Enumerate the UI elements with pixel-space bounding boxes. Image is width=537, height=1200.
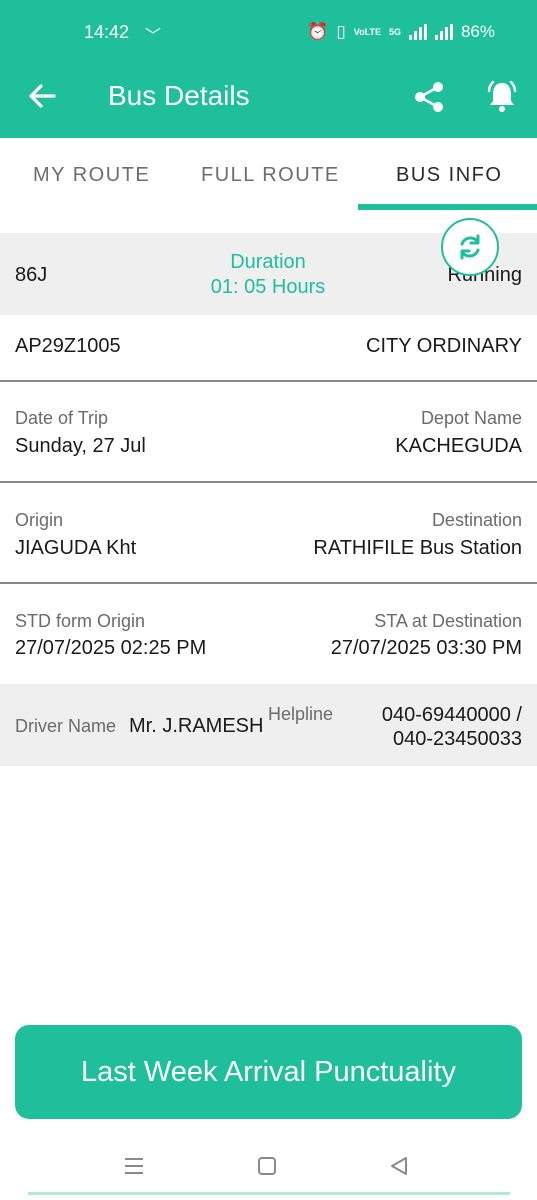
tab-bus-info[interactable]: BUS INFO (396, 164, 502, 187)
status-icons: ⏰ ▯ VoLTE 5G 86% (307, 22, 495, 42)
signal-icon (408, 24, 427, 40)
route-number: 86J (15, 264, 48, 286)
alarm-icon: ⏰ (307, 22, 329, 41)
vibrate-icon: ▯ (336, 22, 346, 41)
arrival-punctuality-button[interactable]: Last Week Arrival Punctuality (15, 1025, 522, 1119)
refresh-icon (460, 234, 480, 260)
active-tab-indicator (358, 204, 537, 210)
destination-label: Destination (431, 510, 522, 530)
app-header: 14:42 ﹀ ⏰ ▯ VoLTE 5G 86% Bus Details (0, 0, 537, 138)
std-label: STD form Origin (15, 611, 146, 631)
volte-label: VoLTE (353, 26, 381, 37)
origin-label: Origin (15, 510, 64, 530)
std-value: 27/07/2025 02:25 PM (15, 637, 207, 659)
date-depot-row: Date of Trip Sunday, 27 Jul Depot Name K… (0, 382, 537, 482)
sta-value: 27/07/2025 03:30 PM (330, 637, 522, 659)
notification-icon: ﹀ (145, 28, 162, 45)
contact-row: Driver Name Mr. J.RAMESH Helpline 040-69… (0, 684, 537, 766)
recent-apps-icon[interactable] (124, 1155, 144, 1177)
destination-value: RATHIFILE Bus Station (313, 537, 522, 559)
helpline-number-2[interactable]: 040-23450033 (393, 728, 522, 751)
share-icon[interactable] (412, 80, 446, 114)
back-nav-icon[interactable] (389, 1155, 409, 1177)
depot-name-value: KACHEGUDA (395, 435, 522, 457)
duration-label: Duration (230, 251, 306, 273)
driver-name-label: Driver Name (15, 716, 117, 736)
battery-percent: 86% (460, 22, 495, 41)
date-of-trip-value: Sunday, 27 Jul (15, 435, 146, 457)
helpline-label: Helpline (268, 704, 334, 724)
bell-icon[interactable] (484, 78, 520, 114)
home-icon[interactable] (257, 1155, 277, 1177)
origin-destination-row: Origin JIAGUDA Kht Destination RATHIFILE… (0, 483, 537, 583)
vehicle-row: AP29Z1005 CITY ORDINARY (0, 315, 537, 381)
driver-name-value: Mr. J.RAMESH (129, 715, 264, 737)
gesture-bar (28, 1192, 510, 1195)
duration-value: 01: 05 Hours (210, 276, 326, 298)
depot-name-label: Depot Name (420, 408, 522, 428)
status-time: 14:42 (84, 22, 130, 42)
tab-full-route[interactable]: FULL ROUTE (201, 164, 340, 187)
service-type: CITY ORDINARY (366, 335, 522, 357)
schedule-row: STD form Origin 27/07/2025 02:25 PM STA … (0, 584, 537, 684)
status-bar: 14:42 ﹀ ⏰ ▯ VoLTE 5G 86% (0, 0, 537, 68)
refresh-button[interactable] (441, 218, 499, 276)
sta-label: STA at Destination (374, 611, 522, 631)
tab-bar: MY ROUTE FULL ROUTE BUS INFO (0, 138, 537, 210)
origin-value: JIAGUDA Kht (15, 537, 137, 559)
page-title: Bus Details (108, 80, 250, 111)
back-arrow-icon[interactable] (26, 80, 58, 112)
signal-icon-2 (434, 24, 453, 40)
helpline-number-1[interactable]: 040-69440000 / (382, 704, 522, 727)
tab-my-route[interactable]: MY ROUTE (33, 164, 150, 187)
network-label: 5G (388, 26, 401, 37)
date-of-trip-label: Date of Trip (15, 408, 109, 428)
registration-number: AP29Z1005 (15, 335, 121, 357)
